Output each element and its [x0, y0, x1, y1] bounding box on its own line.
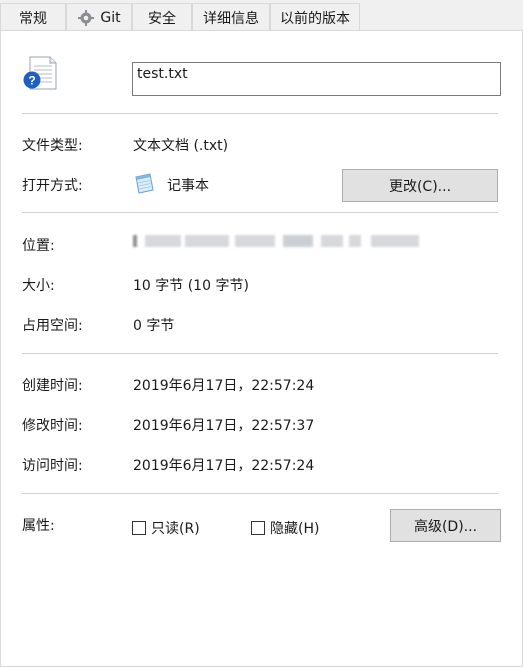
hidden-checkbox[interactable]: 隐藏(H) [251, 518, 319, 538]
divider [22, 493, 498, 494]
tab-security[interactable]: 安全 [132, 3, 192, 31]
location-value-redacted [133, 231, 423, 251]
created-label: 创建时间: [22, 378, 83, 394]
checkbox-box[interactable] [132, 521, 146, 535]
location-label: 位置: [22, 238, 55, 254]
change-button[interactable]: 更改(C)... [342, 169, 498, 202]
notepad-icon [135, 173, 154, 194]
tab-label: 详细信息 [203, 10, 259, 27]
open-with-label: 打开方式: [22, 178, 83, 194]
tab-label: 常规 [19, 10, 47, 27]
readonly-label: 只读(R) [151, 521, 200, 537]
text-document-help-icon: ? [23, 56, 57, 90]
general-tab-panel [0, 30, 523, 667]
readonly-checkbox[interactable]: 只读(R) [132, 518, 200, 538]
tab-details[interactable]: 详细信息 [192, 3, 270, 31]
size-value: 10 字节 (10 字节) [133, 278, 249, 294]
svg-text:?: ? [28, 74, 35, 88]
tab-general[interactable]: 常规 [0, 3, 66, 31]
accessed-value: 2019年6月17日，22:57:24 [133, 458, 315, 474]
git-gear-icon [78, 9, 95, 26]
divider [22, 113, 498, 114]
divider [22, 353, 498, 354]
tab-label: Git [100, 9, 121, 26]
tab-label: 安全 [148, 10, 176, 27]
file-type-label: 文件类型: [22, 138, 83, 154]
modified-value: 2019年6月17日，22:57:37 [133, 418, 315, 434]
tab-previous-versions[interactable]: 以前的版本 [270, 3, 360, 31]
file-name-field[interactable]: test.txt [132, 62, 501, 96]
hidden-label: 隐藏(H) [270, 521, 320, 537]
size-on-disk-value: 0 字节 [133, 318, 175, 334]
created-value: 2019年6月17日，22:57:24 [133, 378, 315, 394]
open-with-value: 记事本 [167, 178, 209, 194]
divider [22, 212, 498, 213]
size-on-disk-label: 占用空间: [22, 318, 83, 334]
tab-label: 以前的版本 [280, 10, 350, 27]
checkbox-box[interactable] [251, 521, 265, 535]
tab-strip: 常规 Git 安全 详细信息 以前的版本 [0, 0, 523, 31]
file-type-value: 文本文档 (.txt) [133, 138, 229, 154]
size-label: 大小: [22, 278, 55, 294]
modified-label: 修改时间: [22, 418, 83, 434]
attributes-label: 属性: [22, 518, 55, 534]
accessed-label: 访问时间: [22, 458, 83, 474]
tab-git[interactable]: Git [66, 3, 132, 31]
advanced-button[interactable]: 高级(D)... [390, 509, 501, 542]
